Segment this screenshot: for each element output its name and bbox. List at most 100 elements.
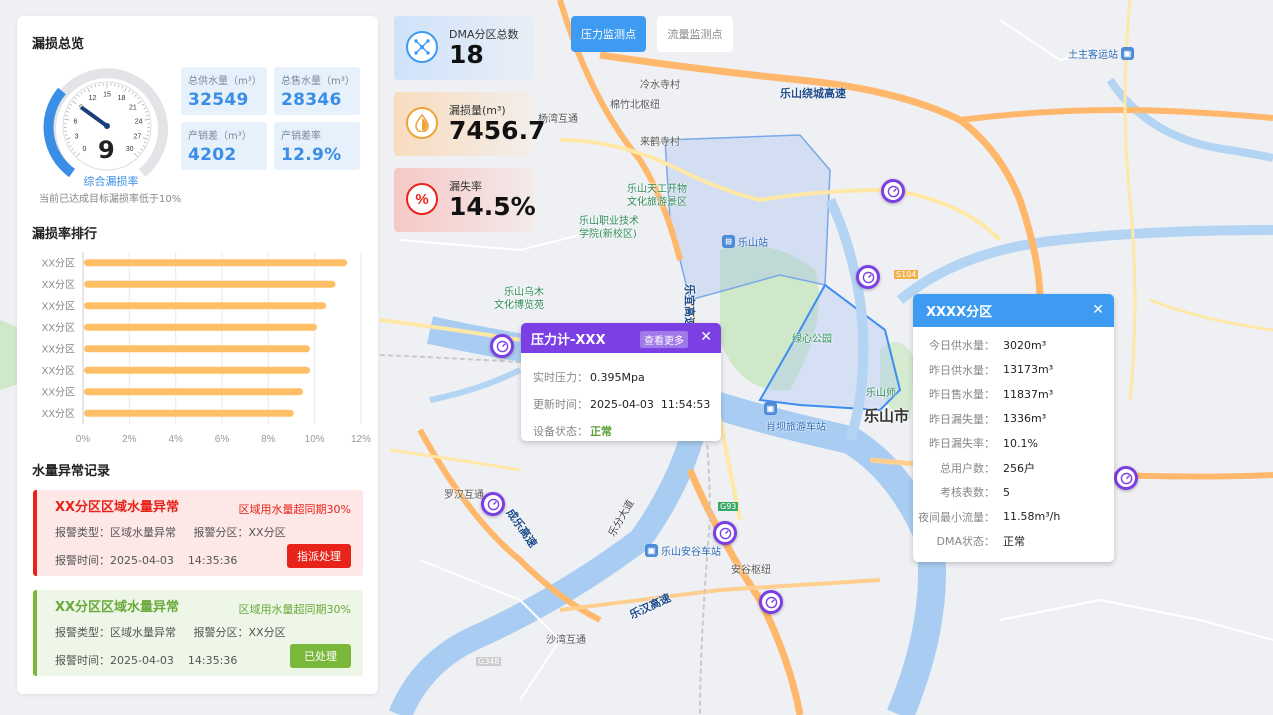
gauge-icon	[487, 498, 499, 510]
alert-type-value: 区域水量异常	[110, 626, 176, 639]
row-label: 考核表数：	[940, 486, 995, 500]
category-label: XX分区	[42, 386, 75, 398]
category-label: XX分区	[42, 257, 75, 269]
bus-icon: ▣	[645, 544, 658, 557]
alert-zone-value: XX分区	[248, 526, 286, 539]
alert-type-label: 报警类型：	[55, 626, 110, 639]
pressure-popup: 压力计-XXX 查看更多 ✕ 实时压力： 0.395Mpa 更新时间： 2025-0…	[521, 323, 721, 441]
zone-popup: XXXX分区 ✕ 今日供水量： 3020m³ 昨日供水量： 13173m³ 昨日售水…	[913, 294, 1114, 562]
gauge-icon	[719, 527, 731, 539]
pressure-marker[interactable]	[759, 590, 783, 614]
alert-zone-label: 报警分区：	[193, 626, 249, 639]
map-label-ring-highway: 乐山绕城高速	[780, 87, 846, 100]
x-tick-label: 0%	[76, 434, 91, 445]
map-label-tiangong: 乐山天工开物 文化旅游景区	[627, 183, 687, 209]
map-label-green-park: 绿心公园	[792, 334, 832, 345]
row-value: 0.395Mpa	[590, 371, 645, 384]
x-tick-label: 6%	[215, 434, 230, 445]
stat-total-sales: 总售水量（m³） 28346	[274, 67, 360, 115]
left-panel: 漏损总览 036912151821242730 9 综合漏损率 当前已达成目标漏…	[17, 16, 378, 694]
map-label-city: 乐山市	[864, 407, 910, 425]
stat-label: 产销差率	[281, 131, 321, 142]
stat-label: 产销差（m³）	[188, 131, 252, 142]
row-label: 昨日漏失量：	[929, 412, 995, 426]
row-label: 昨日售水量：	[929, 388, 995, 402]
stat-nrw: 产销差（m³） 4202	[181, 122, 267, 170]
poi-tuzhu-label: 土主客运站	[1068, 50, 1118, 61]
close-icon[interactable]: ✕	[700, 329, 712, 345]
tab-flow-points[interactable]: 流量监测点	[657, 16, 733, 52]
gauge-tick-label: 27	[134, 133, 142, 140]
tab-pressure-points[interactable]: 压力监测点	[571, 16, 646, 52]
row-label: 更新时间：	[533, 398, 588, 411]
alerts-title: 水量异常记录	[32, 464, 111, 479]
pressure-marker[interactable]	[490, 334, 514, 358]
zone-popup-header: XXXX分区 ✕	[913, 294, 1114, 327]
poi-leshan-station[interactable]: ⊟ 乐山站	[722, 234, 768, 249]
leak-rate-bar[interactable]	[84, 302, 327, 310]
assign-button[interactable]: 指派处理	[287, 544, 351, 568]
gauge-icon	[1120, 472, 1132, 484]
kpi-leak-volume: 漏损量(m³) 7456.7	[394, 92, 545, 156]
map-label-lengshui: 冷水寺村	[640, 80, 680, 91]
pressure-marker[interactable]	[881, 179, 905, 203]
map-label-mianzhu: 棉竹北枢纽	[610, 100, 660, 111]
gauge-icon	[862, 271, 874, 283]
row-value: 11.58m³/h	[1003, 510, 1061, 524]
popup-row: 设备状态： 正常	[533, 423, 709, 439]
gauge-note: 当前已达成目标漏损率低于10%	[39, 194, 182, 205]
alert-card[interactable]: XX分区区域水量异常 区域用水量超同期30% 报警类型：区域水量异常 报警分区：…	[33, 590, 363, 676]
poi-anyu-station[interactable]: ▣ 乐山安谷车站	[645, 543, 721, 558]
train-icon: ⊟	[722, 235, 735, 248]
map-label-wumu-text: 乐山乌木 文化博览苑	[494, 287, 544, 311]
network-icon	[406, 31, 438, 63]
processed-button[interactable]: 已处理	[290, 644, 351, 668]
alert-tag: 区域用水量超同期30%	[238, 503, 351, 516]
leak-rate-bar[interactable]	[84, 388, 304, 396]
poi-tuzhu-station[interactable]: 土主客运站 ▣	[1068, 46, 1134, 61]
zone-row: 昨日漏失量： 1336m³	[913, 407, 1114, 432]
stat-total-supply: 总供水量（m³） 32549	[181, 67, 267, 115]
poi-anyu-station-label: 乐山安谷车站	[661, 547, 721, 558]
kpi-loss-rate: % 漏失率 14.5%	[394, 168, 536, 232]
category-label: XX分区	[42, 365, 75, 377]
leak-rate-bar[interactable]	[84, 345, 311, 353]
map-label-luohan: 罗汉互通	[444, 490, 484, 501]
row-value: 3020m³	[1003, 338, 1047, 352]
alert-info-row: 报警类型：区域水量异常 报警分区：XX分区	[55, 624, 353, 640]
gauge-icon	[765, 596, 777, 608]
leak-rate-bar[interactable]	[84, 280, 336, 288]
leak-rate-bar[interactable]	[84, 409, 294, 417]
pressure-marker[interactable]	[856, 265, 880, 289]
leak-rate-bar[interactable]	[84, 323, 317, 331]
close-icon[interactable]: ✕	[1092, 302, 1104, 318]
gauge-tick-label: 24	[135, 119, 143, 126]
alert-type-label: 报警类型：	[55, 526, 110, 539]
zone-row: DMA状态： 正常	[913, 529, 1114, 554]
alert-title: XX分区区域水量异常	[55, 500, 180, 515]
pressure-marker[interactable]	[713, 521, 737, 545]
alert-zone: 报警分区：XX分区	[194, 626, 286, 639]
pressure-marker[interactable]	[481, 492, 505, 516]
map-label-leyi-road: 乐宜高速	[683, 284, 696, 328]
gauge-caption: 综合漏损率	[83, 175, 139, 188]
zone-row: 夜间最小流量： 11.58m³/h	[913, 505, 1114, 530]
leak-rate-bar[interactable]	[84, 259, 348, 267]
pressure-marker[interactable]	[1114, 466, 1138, 490]
alert-card[interactable]: XX分区区域水量异常 区域用水量超同期30% 报警类型：区域水量异常 报警分区：…	[33, 490, 363, 576]
gauge-tick-label: 15	[103, 92, 111, 99]
leak-rate-bar[interactable]	[84, 366, 311, 374]
pressure-popup-header: 压力计-XXX 查看更多 ✕	[521, 323, 721, 353]
popup-row: 实时压力： 0.395Mpa	[533, 369, 709, 385]
map-label-vocational: 乐山职业技术 学院(新校区)	[579, 215, 639, 241]
zone-row: 今日供水量： 3020m³	[913, 333, 1114, 358]
view-more-button[interactable]: 查看更多	[640, 331, 688, 348]
map-label-g93: G93	[718, 502, 739, 511]
row-label: 总用户数：	[940, 461, 995, 475]
kpi-dma-count: DMA分区总数 18	[394, 16, 534, 80]
poi-xiaoba[interactable]: ▣	[764, 402, 777, 415]
alert-title: XX分区区域水量异常	[55, 600, 180, 615]
row-value: 2025-04-03 11:54:53	[590, 398, 711, 411]
stat-value: 32549	[188, 90, 249, 110]
popup-row: 更新时间： 2025-04-03 11:54:53	[533, 396, 711, 412]
